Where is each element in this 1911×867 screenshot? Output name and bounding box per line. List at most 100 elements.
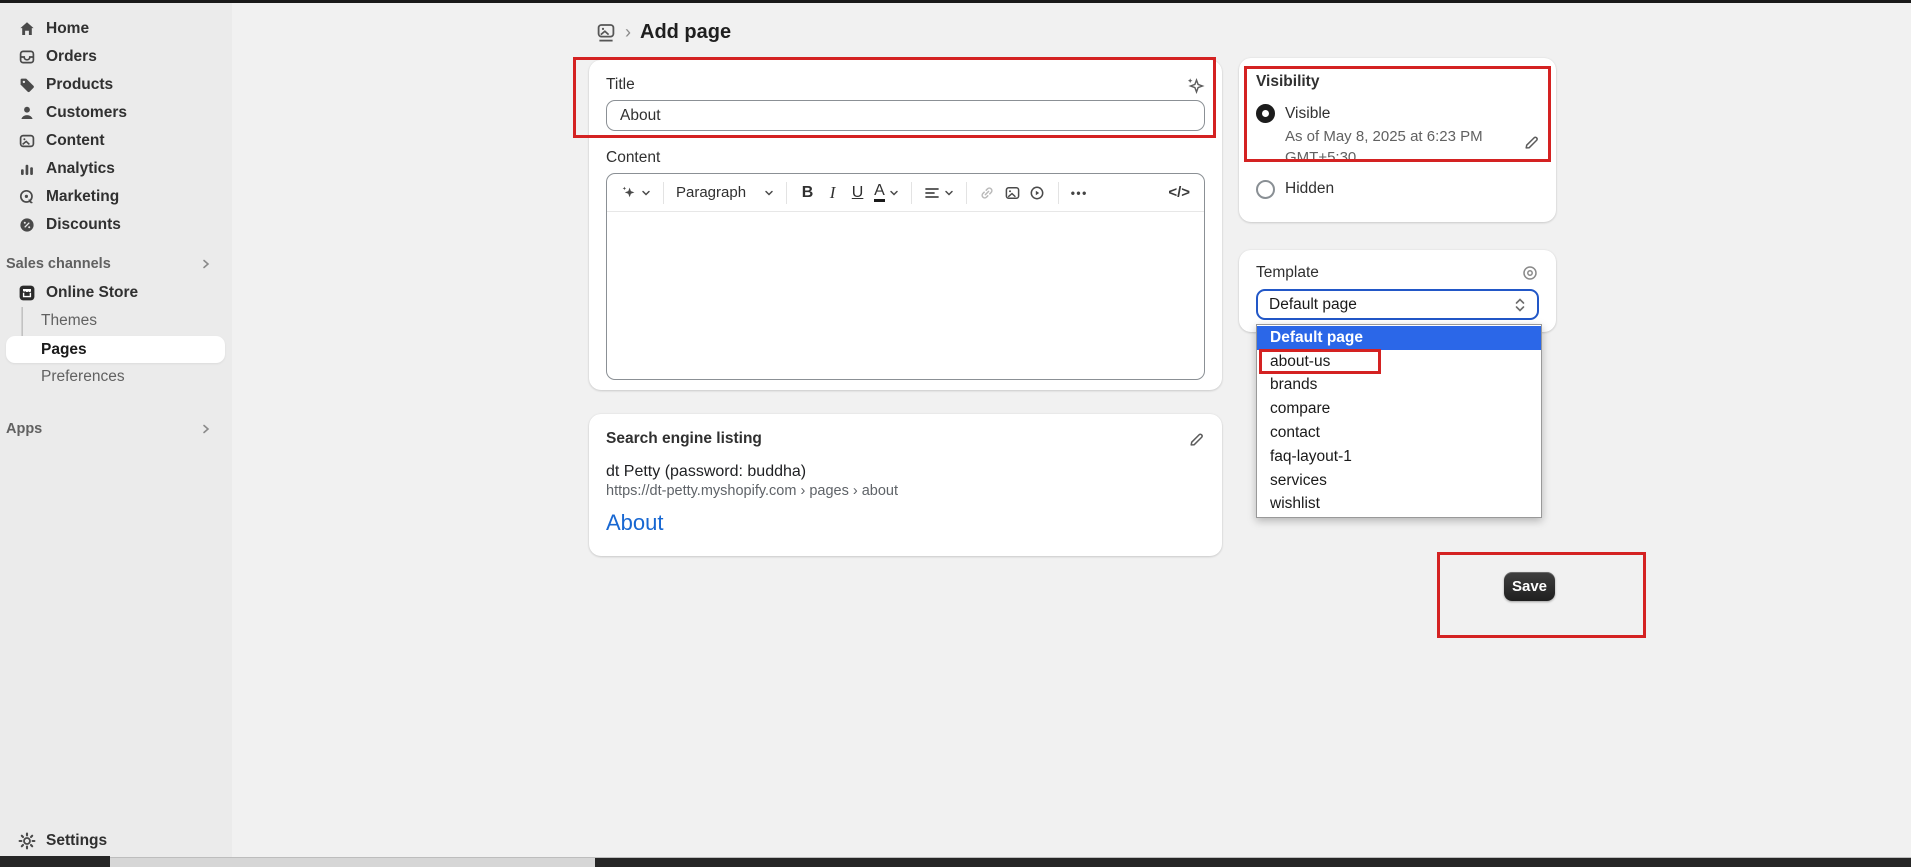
link-button[interactable] (975, 179, 1000, 207)
sidebar-item-label: Settings (46, 832, 107, 850)
sidebar-item-label: Orders (46, 48, 97, 66)
online-store-icon (17, 284, 36, 303)
home-icon (17, 20, 36, 39)
content-editor[interactable]: Paragraph B I U A (606, 173, 1205, 380)
chevron-right-icon (200, 423, 212, 435)
underline-button[interactable]: U (845, 179, 870, 207)
sales-channels-header[interactable]: Sales channels (0, 250, 232, 278)
insert-image-button[interactable] (1000, 179, 1025, 207)
sidebar-item-pages[interactable]: Pages (0, 336, 232, 363)
sidebar-item-label: Pages (41, 341, 87, 359)
code-view-button[interactable]: </> (1164, 179, 1194, 207)
sidebar-item-label: Products (46, 76, 113, 94)
italic-button[interactable]: I (820, 179, 845, 207)
toolbar-divider (966, 182, 967, 204)
dropdown-option-contact[interactable]: contact (1257, 421, 1541, 445)
breadcrumb: › Add page (596, 18, 731, 46)
chevron-right-icon (200, 258, 212, 270)
content-editor-body[interactable] (607, 212, 1204, 380)
image-icon (1004, 185, 1021, 201)
sidebar-item-settings[interactable]: Settings (0, 827, 232, 855)
title-label: Title (606, 76, 635, 94)
sidebar-item-label: Preferences (41, 368, 125, 386)
save-button[interactable]: Save (1504, 572, 1555, 601)
toolbar-divider (786, 182, 787, 204)
sidebar-item-label: Home (46, 20, 89, 38)
seo-page-title-link[interactable]: About (606, 510, 664, 536)
hidden-label: Hidden (1285, 180, 1334, 198)
marketing-icon (17, 188, 36, 207)
gear-icon (17, 832, 36, 851)
sidebar-item-home[interactable]: Home (0, 15, 232, 43)
visible-radio-option[interactable]: Visible (1256, 104, 1539, 123)
sales-channels-label: Sales channels (6, 256, 111, 272)
sidebar-item-analytics[interactable]: Analytics (0, 155, 232, 183)
sidebar-item-label: Marketing (46, 188, 119, 206)
sidebar-item-discounts[interactable]: Discounts (0, 211, 232, 239)
customers-icon (17, 104, 36, 123)
seo-heading: Search engine listing (606, 430, 762, 448)
bottom-scrollbar-thumb[interactable] (110, 858, 595, 867)
template-selected-value: Default page (1269, 296, 1357, 314)
paragraph-style-dropdown[interactable]: Paragraph (672, 179, 778, 207)
visibility-heading: Visibility (1256, 73, 1539, 91)
insert-video-button[interactable] (1025, 179, 1050, 207)
hidden-radio-option[interactable]: Hidden (1256, 180, 1539, 199)
radio-unselected-icon (1256, 180, 1275, 199)
seo-url-line: https://dt-petty.myshopify.com › pages ›… (606, 483, 1205, 499)
sidebar-item-orders[interactable]: Orders (0, 43, 232, 71)
play-circle-icon (1029, 185, 1045, 201)
select-updown-icon (1514, 297, 1526, 313)
sidebar-item-label: Customers (46, 104, 127, 122)
dropdown-option-default-page[interactable]: Default page (1257, 326, 1541, 350)
bottom-left-block (0, 856, 110, 867)
content-icon (17, 132, 36, 151)
title-input[interactable]: About (606, 100, 1205, 131)
template-select[interactable]: Default page (1256, 289, 1539, 320)
chevron-down-icon (764, 188, 774, 198)
ai-sparkle-icon[interactable] (1186, 77, 1205, 94)
sidebar-item-label: Themes (41, 312, 97, 330)
sidebar-item-marketing[interactable]: Marketing (0, 183, 232, 211)
analytics-icon (17, 160, 36, 179)
alignment-button[interactable] (920, 179, 958, 207)
edit-pencil-icon[interactable] (1188, 431, 1205, 448)
seo-card: Search engine listing dt Petty (password… (589, 414, 1222, 556)
content-label: Content (606, 149, 1205, 167)
dropdown-option-compare[interactable]: compare (1257, 397, 1541, 421)
sidebar-item-products[interactable]: Products (0, 71, 232, 99)
sidebar-item-customers[interactable]: Customers (0, 99, 232, 127)
seo-site-line: dt Petty (password: buddha) (606, 463, 1205, 481)
visible-label: Visible (1285, 105, 1330, 123)
sidebar-item-label: Analytics (46, 160, 115, 178)
chevron-down-icon (944, 188, 954, 198)
dropdown-option-brands[interactable]: brands (1257, 374, 1541, 398)
sidebar-item-content[interactable]: Content (0, 127, 232, 155)
pages-breadcrumb-icon[interactable] (596, 22, 616, 43)
template-label: Template (1256, 264, 1319, 282)
dropdown-option-about-us[interactable]: about-us (1257, 350, 1541, 374)
top-bar-edge (0, 0, 1911, 3)
sidebar-item-preferences[interactable]: Preferences (0, 363, 232, 391)
dropdown-option-faq-layout-1[interactable]: faq-layout-1 (1257, 445, 1541, 469)
sparkle-icon (621, 185, 637, 201)
text-color-button[interactable]: A (870, 179, 903, 207)
sidebar-item-online-store[interactable]: Online Store (0, 279, 232, 307)
sidebar-item-label: Content (46, 132, 105, 150)
chevron-down-icon (889, 188, 899, 198)
bold-button[interactable]: B (795, 179, 820, 207)
sidebar-item-themes[interactable]: Themes (0, 307, 232, 335)
products-icon (17, 76, 36, 95)
dropdown-option-services[interactable]: services (1257, 469, 1541, 493)
ai-assist-button[interactable] (617, 179, 655, 207)
dropdown-option-wishlist[interactable]: wishlist (1257, 493, 1541, 517)
edit-pencil-icon[interactable] (1523, 134, 1540, 151)
toolbar-divider (911, 182, 912, 204)
view-eye-icon[interactable] (1521, 264, 1539, 282)
shopify-admin-add-page: Home Orders Products Customers (0, 0, 1911, 867)
visibility-card: Visibility Visible As of May 8, 2025 at … (1239, 58, 1556, 222)
apps-label: Apps (6, 421, 42, 437)
more-options-button[interactable]: ••• (1067, 179, 1092, 207)
apps-header[interactable]: Apps (0, 415, 232, 443)
sidebar-item-label: Online Store (46, 284, 138, 302)
